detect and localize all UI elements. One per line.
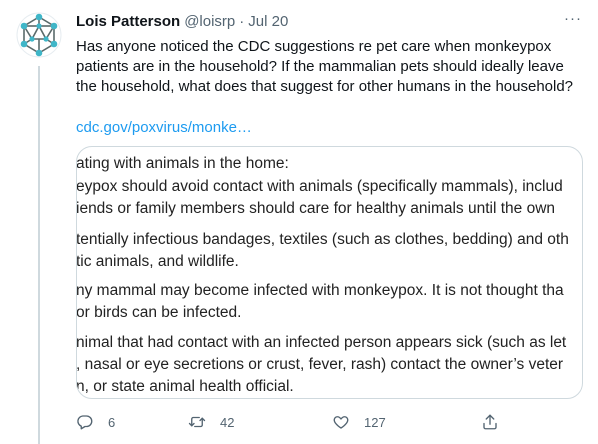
card-line: ating with animals in the home: [76,155,289,172]
card-line: nimal that had contact with an infected … [76,334,567,351]
retweet-count: 42 [220,414,235,430]
retweet-button[interactable]: 42 [188,413,234,431]
card-line: tic animals, and wildlife. [76,253,239,270]
tweet-date[interactable]: Jul 20 [248,13,288,30]
share-icon [483,414,497,430]
card-line: n, or state animal health official. [76,378,294,395]
tweet-content: Lois Patterson @loisrp · Jul 20 ··· Has … [76,10,588,136]
reply-icon [77,415,93,430]
reply-button[interactable]: 6 [76,413,115,431]
tweet-text: Has anyone noticed the CDC suggestions r… [76,38,574,95]
avatar[interactable] [16,12,62,58]
author-handle[interactable]: @loisrp [184,13,235,30]
card-line: ny mammal may become infected with monke… [76,282,564,299]
heart-icon [333,416,349,429]
like-button[interactable]: 127 [332,413,386,431]
more-options-icon[interactable]: ··· [564,10,582,27]
tweet-actions: 6 42 127 [76,411,516,433]
tweet-link[interactable]: cdc.gov/poxvirus/monke… [76,119,588,136]
reply-count: 6 [108,414,116,430]
share-button[interactable] [481,413,499,431]
like-count: 127 [364,414,386,430]
card-line: eypox should avoid contact with animals … [76,178,563,195]
card-line: , nasal or eye secretions or crust, feve… [76,356,564,373]
thread-line [38,66,40,444]
retweet-icon [188,416,206,428]
separator-dot: · [239,12,245,30]
card-line: iends or family members should care for … [76,200,556,217]
tweet-header: Lois Patterson @loisrp · Jul 20 [76,10,588,32]
media-card[interactable]: ating with animals in the home: eypox sh… [76,146,583,399]
card-line: or birds can be infected. [76,304,242,321]
author-name[interactable]: Lois Patterson [76,13,180,30]
card-line: tentially infectious bandages, textiles … [76,231,569,248]
avatar-column [0,0,80,444]
